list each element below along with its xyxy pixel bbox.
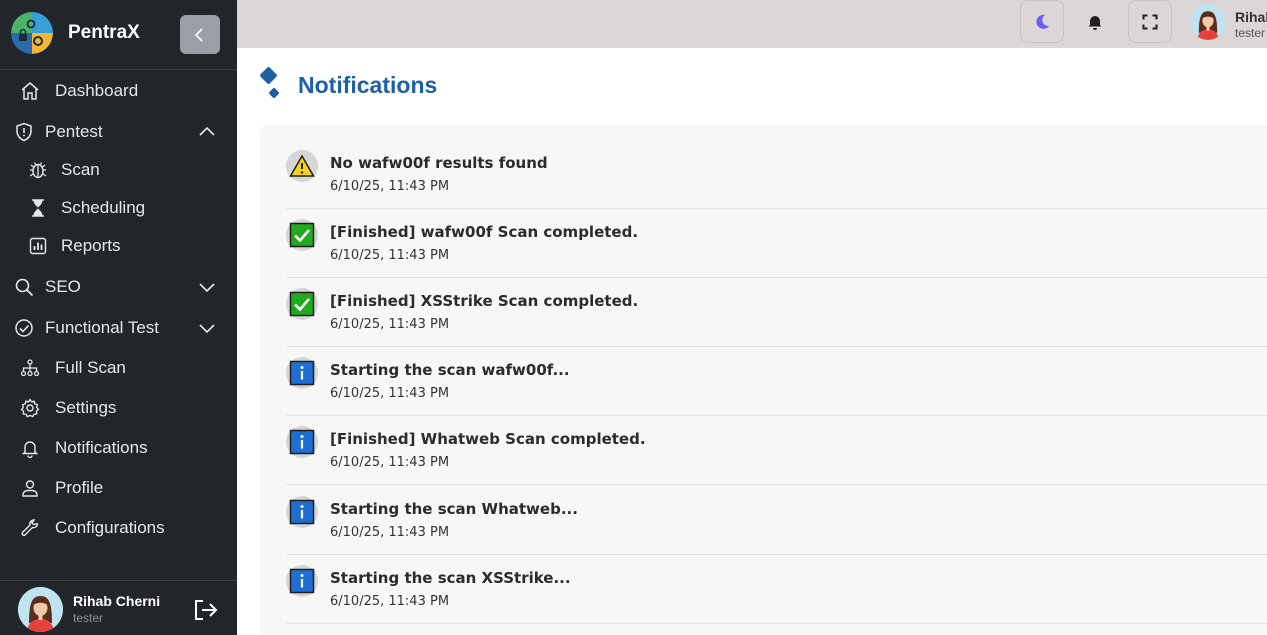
topbar-user-role: tester [1235,26,1266,40]
notification-item[interactable]: [Finished] wafw00f Scan completed. 6/10/… [286,209,1267,278]
check-box-icon [286,288,318,320]
info-icon [286,565,318,597]
user-role: tester [73,611,104,625]
notification-message: No wafw00f results found [330,154,548,172]
avatar[interactable] [1190,4,1226,40]
sidebar-item-label: Scan [61,160,100,179]
brand-header: PentraX [0,0,237,70]
notification-item[interactable]: [Finished] XSStrike Scan completed. 6/10… [286,278,1267,347]
info-icon [286,426,318,458]
check-circle-icon [13,317,35,339]
sidebar-item-scheduling[interactable]: Scheduling [0,191,237,225]
sidebar-item-label: Functional Test [45,318,160,337]
sidebar-item-configurations[interactable]: Configurations [0,511,237,545]
notification-time: 6/10/25, 11:43 PM [330,594,450,609]
sidebar-item-label: SEO [45,277,81,296]
notifications-title-icon [257,66,287,102]
sidebar-item-notifications[interactable]: Notifications [0,431,237,465]
user-name: Rihab Cherni [73,593,161,609]
sidebar-user-footer: Rihab Cherni tester [0,580,237,635]
theme-toggle-button[interactable] [1020,0,1064,43]
sidebar-item-scan[interactable]: Scan [0,153,237,187]
notification-item[interactable]: Starting the scan wafw00f... 6/10/25, 11… [286,347,1267,416]
topbar-user-name[interactable]: Rihab [1235,9,1267,25]
info-icon [286,496,318,528]
notification-item[interactable]: No wafw00f results found 6/10/25, 11:43 … [286,140,1267,209]
sidebar-item-seo[interactable]: SEO [0,270,237,304]
sidebar: PentraX Dashboard Pentest Scan Schedulin… [0,0,237,635]
chevron-left-icon [194,27,203,42]
notification-time: 6/10/25, 11:43 PM [330,525,450,540]
notifications-panel: No wafw00f results found 6/10/25, 11:43 … [260,125,1267,635]
moon-icon [1036,14,1049,29]
user-icon [19,477,41,499]
main-content: Notifications No wafw00f results found 6… [237,48,1267,635]
notification-time: 6/10/25, 11:43 PM [330,455,450,470]
notification-item[interactable]: [Finished] Whatweb Scan completed. 6/10/… [286,416,1267,485]
sidebar-item-label: Dashboard [55,81,139,100]
home-icon [19,80,41,102]
report-chart-icon [27,235,49,257]
notification-time: 6/10/25, 11:43 PM [330,248,450,263]
chevron-up-icon [197,122,217,142]
chevron-down-icon [197,277,217,297]
notification-time: 6/10/25, 11:43 PM [330,386,450,401]
notification-time: 6/10/25, 11:43 PM [330,179,450,194]
sidebar-item-settings[interactable]: Settings [0,391,237,425]
bell-icon [19,437,41,459]
hourglass-icon [27,197,49,219]
avatar[interactable] [18,587,63,632]
sidebar-item-dashboard[interactable]: Dashboard [0,74,237,108]
notification-message: Starting the scan Whatweb... [330,500,578,518]
check-box-icon [286,219,318,251]
notification-item[interactable]: Starting the scan Whatweb... 6/10/25, 11… [286,486,1267,555]
search-icon [13,276,35,298]
sidebar-item-label: Configurations [55,518,165,537]
warning-icon [286,150,318,182]
notification-message: Starting the scan XSStrike... [330,569,571,587]
collapse-sidebar-button[interactable] [180,15,220,54]
notification-message: [Finished] XSStrike Scan completed. [330,292,639,310]
sidebar-item-full-scan[interactable]: Full Scan [0,351,237,385]
sidebar-item-label: Notifications [55,438,148,457]
topbar: Rihab tester [237,0,1267,48]
sidebar-item-pentest[interactable]: Pentest [0,115,237,149]
sitemap-icon [19,357,41,379]
notification-message: [Finished] wafw00f Scan completed. [330,223,639,241]
sidebar-item-label: Full Scan [55,358,126,377]
sidebar-item-label: Scheduling [61,198,146,217]
sidebar-item-label: Pentest [45,122,103,141]
pentrax-logo-icon [11,12,53,54]
fullscreen-button[interactable] [1128,0,1172,43]
notifications-button[interactable] [1073,0,1117,43]
sidebar-item-functional-test[interactable]: Functional Test [0,311,237,345]
sidebar-item-label: Settings [55,398,117,417]
chevron-down-icon [197,318,217,338]
shield-icon [13,121,35,143]
sidebar-item-reports[interactable]: Reports [0,229,237,263]
page-title: Notifications [298,72,438,98]
gear-icon [19,397,41,419]
sidebar-item-label: Reports [61,236,121,255]
fullscreen-icon [1142,14,1158,29]
notification-message: [Finished] Whatweb Scan completed. [330,430,646,448]
notification-item[interactable]: Starting the scan XSStrike... 6/10/25, 1… [286,555,1267,624]
logout-button[interactable] [192,597,220,623]
brand-name: PentraX [68,22,140,43]
sidebar-item-profile[interactable]: Profile [0,471,237,505]
bug-icon [27,159,49,181]
bell-icon [1088,15,1102,30]
notification-message: Starting the scan wafw00f... [330,361,570,379]
info-icon [286,357,318,389]
wrench-icon [19,517,41,539]
notification-time: 6/10/25, 11:43 PM [330,317,450,332]
logout-icon [195,600,218,620]
sidebar-item-label: Profile [55,478,104,497]
